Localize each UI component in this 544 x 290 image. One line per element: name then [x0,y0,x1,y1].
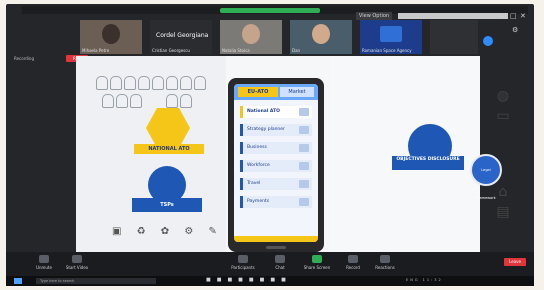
screen-share-indicator[interactable] [220,8,320,13]
card-icon [299,198,309,206]
phone-menu-item[interactable]: Travel [240,178,312,190]
tsp-label: TSPs [132,198,202,212]
record-icon [348,255,358,263]
participant-tile[interactable] [430,20,478,54]
taskbar-apps[interactable]: ■■■■■■■■ [206,277,292,283]
briefcase-icon [299,144,309,152]
view-options-button[interactable]: View Option [356,12,392,20]
participant-name: Romanian Space Agency [362,48,412,53]
windows-start-icon[interactable] [14,278,22,284]
participant-video [312,24,330,44]
tag-icon [299,108,309,116]
participant-tile[interactable]: Cordel Georgiana Cristian Georgescu [150,20,212,54]
national-ato-label: NATIONAL ATO [134,144,204,154]
phone-screen: EU-ATO Market National ATO Strategy plan… [234,84,318,242]
resource-icons: ▣ ♻ ✿ ⚙ ✎ [112,226,223,237]
participant-tile[interactable]: Romanian Space Agency [360,20,422,54]
participant-name: Cristian Georgescu [152,48,190,53]
participant-name: Natalia Stoica [222,48,250,53]
phone-tab-market[interactable]: Market [280,87,314,97]
phone-mockup: EU-ATO Market National ATO Strategy plan… [228,78,324,252]
minimize-button[interactable]: – [500,12,504,20]
chat-button[interactable]: Chat [268,255,292,270]
share-screen-button[interactable]: Share Screen [300,255,334,270]
slide-left-panel: NATIONAL ATO TSPs ▣ ♻ ✿ ⚙ ✎ [76,56,226,252]
system-tray: ENG 11:32 [406,278,443,282]
slide-right-panel: OBJECTIVES DISCLOSURE Legal Framework ◍ … [330,56,510,252]
participant-tile[interactable]: Mihaela Petre [80,20,142,54]
people-icons [96,76,206,120]
close-button[interactable]: ✕ [520,12,526,20]
objectives-label: OBJECTIVES DISCLOSURE [392,156,464,170]
taskbar-search-input[interactable]: Type here to search [36,278,156,284]
reactions-icon [380,255,390,263]
recording-status: Recording [14,56,35,61]
phone-menu-item[interactable]: National ATO [240,106,312,118]
participants-icon [238,255,248,263]
plane-icon [299,180,309,188]
phone-home-button [266,246,286,249]
phone-tab-eu-ato[interactable]: EU-ATO [238,87,278,97]
unmute-button[interactable]: Unmute [32,255,56,270]
video-icon [72,255,82,263]
building-icon: ⌂ [498,184,508,200]
truck-icon: ▭ [496,108,510,124]
phone-menu-item[interactable]: Payments [240,196,312,208]
chart-icon [299,126,309,134]
phone-menu-item[interactable]: Business [240,142,312,154]
participant-gallery: Mihaela Petre Cordel Georgiana Cristian … [66,20,478,60]
share-icon [312,255,322,263]
gallery-next-button[interactable] [483,36,493,46]
participant-tile[interactable]: Natalia Stoica [220,20,282,54]
reactions-button[interactable]: Reactions [370,255,400,270]
leave-button[interactable]: Leave [504,258,526,266]
maximize-button[interactable]: □ [510,12,517,20]
window-title-right [398,13,508,19]
gear-icon[interactable]: ⚙ [512,26,518,34]
globe-icon: ◍ [496,88,510,104]
chat-icon [275,255,285,263]
microphone-icon [39,255,49,263]
participant-name: Dan [292,48,301,53]
phone-menu-item[interactable]: Workforce [240,160,312,172]
windows-taskbar: Type here to search ■■■■■■■■ ENG 11:32 [6,276,534,286]
shared-screen: NATIONAL ATO TSPs ▣ ♻ ✿ ⚙ ✎ EU-ATO Marke… [76,56,510,252]
participant-caption: Cordel Georgiana [156,32,209,39]
participant-video [242,24,260,44]
participants-button[interactable]: Participants [226,255,260,270]
people-icon [299,162,309,170]
participant-name: Mihaela Petre [82,48,110,53]
participant-video [102,24,120,44]
record-button[interactable]: Record [340,255,366,270]
agency-logo [380,26,402,42]
topic-icons: ◍ ▭ ⌂ ▤ [488,86,518,222]
document-icon: ▤ [496,204,510,220]
phone-tab-bar: EU-ATO Market [234,84,318,100]
start-video-button[interactable]: Start Video [62,255,92,270]
phone-bottom-bar [234,236,318,242]
phone-menu-item[interactable]: Strategy planner [240,124,312,136]
participant-tile[interactable]: Dan [290,20,352,54]
